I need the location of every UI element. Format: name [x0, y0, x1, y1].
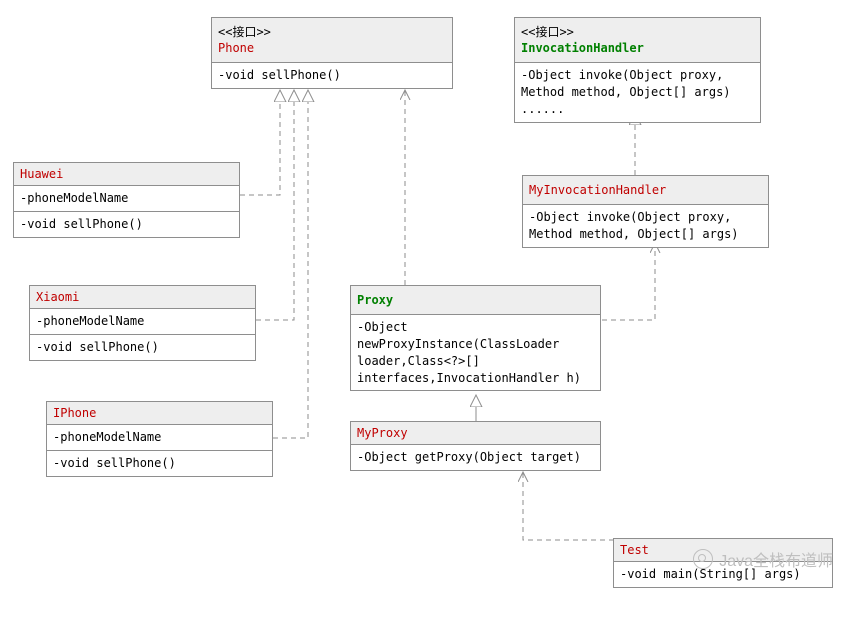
class-name: Phone [218, 40, 446, 56]
operations: -Object newProxyInstance(ClassLoader loa… [351, 315, 600, 390]
uml-canvas: <<接口>> Phone -void sellPhone() <<接口>> In… [0, 0, 863, 629]
stereotype: <<接口>> [521, 24, 754, 40]
class-title: <<接口>> Phone [212, 18, 452, 63]
class-name: Huawei [20, 166, 233, 182]
class-name: Proxy [357, 292, 594, 308]
class-xiaomi: Xiaomi -phoneModelName -void sellPhone() [29, 285, 256, 361]
class-proxy: Proxy -Object newProxyInstance(ClassLoad… [350, 285, 601, 391]
class-title: MyInvocationHandler [523, 176, 768, 205]
class-name: Xiaomi [36, 289, 249, 305]
class-test: Test -void main(String[] args) [613, 538, 833, 588]
class-title: Xiaomi [30, 286, 255, 309]
operations: -void sellPhone() [30, 335, 255, 360]
class-invocation-handler: <<接口>> InvocationHandler -Object invoke(… [514, 17, 761, 123]
attributes: -phoneModelName [14, 186, 239, 212]
stereotype: <<接口>> [218, 24, 446, 40]
class-title: IPhone [47, 402, 272, 425]
class-title: Proxy [351, 286, 600, 315]
operations: -Object getProxy(Object target) [351, 445, 600, 470]
attributes: -phoneModelName [30, 309, 255, 335]
operations: -void sellPhone() [212, 63, 452, 88]
class-name: MyProxy [357, 425, 594, 441]
class-my-invocation-handler: MyInvocationHandler -Object invoke(Objec… [522, 175, 769, 248]
class-iphone: IPhone -phoneModelName -void sellPhone() [46, 401, 273, 477]
class-phone: <<接口>> Phone -void sellPhone() [211, 17, 453, 89]
class-title: Test [614, 539, 832, 562]
class-huawei: Huawei -phoneModelName -void sellPhone() [13, 162, 240, 238]
class-name: Test [620, 542, 826, 558]
class-title: <<接口>> InvocationHandler [515, 18, 760, 63]
operations: -Object invoke(Object proxy, Method meth… [515, 63, 760, 121]
attributes: -phoneModelName [47, 425, 272, 451]
class-name: InvocationHandler [521, 40, 754, 56]
class-name: IPhone [53, 405, 266, 421]
class-name: MyInvocationHandler [529, 182, 762, 198]
class-title: MyProxy [351, 422, 600, 445]
operations: -void main(String[] args) [614, 562, 832, 587]
operations: -Object invoke(Object proxy, Method meth… [523, 205, 768, 247]
class-title: Huawei [14, 163, 239, 186]
class-my-proxy: MyProxy -Object getProxy(Object target) [350, 421, 601, 471]
operations: -void sellPhone() [47, 451, 272, 476]
operations: -void sellPhone() [14, 212, 239, 237]
